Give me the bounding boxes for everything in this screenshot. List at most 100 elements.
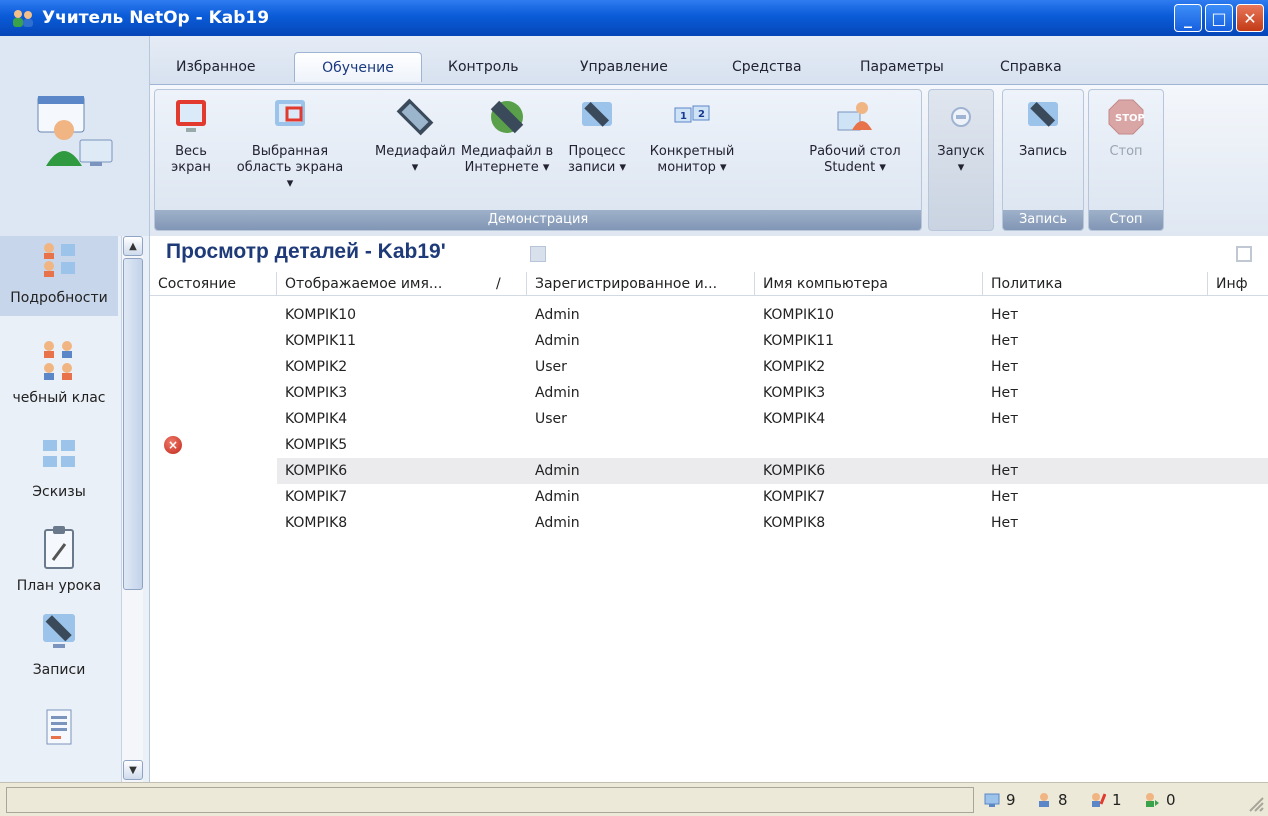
policy-cell: Нет [991,307,1019,323]
registered-name-cell: Admin [535,489,580,505]
display-name-cell: KOMPIK5 [285,437,348,453]
record-group: Запись Запись [1002,89,1084,231]
tab-parameters[interactable]: Параметры [850,52,954,82]
view-options-icon[interactable] [1236,246,1252,262]
scroll-down-button[interactable]: ▼ [123,760,143,780]
launch-button[interactable]: Запуск ▾ [929,96,993,176]
stop-group: STOP Стоп Стоп [1088,89,1164,231]
computer-name-cell: KOMPIK10 [763,307,835,323]
film-reel-icon [396,98,434,136]
record-button[interactable]: Запись [1003,96,1083,160]
col-registered-name[interactable]: Зарегистрированное и... [527,272,755,296]
netop-teacher-icon [13,10,33,27]
col-policy[interactable]: Политика [983,272,1208,296]
table-row[interactable]: KOMPIK7 Admin KOMPIK7 Нет [150,484,1268,510]
nav-scrollbar[interactable]: ▲ ▼ [121,236,143,782]
ribbon: Весь экран Выбранная область экрана ▾ Ме… [150,84,1268,236]
media-internet-button[interactable]: Медиафайл в Интернете ▾ [455,96,559,176]
nav-more[interactable] [0,704,118,764]
svg-text:2: 2 [698,109,705,120]
minimize-button[interactable]: _ [1174,4,1202,32]
table-row[interactable]: KOMPIK2 User KOMPIK2 Нет [150,354,1268,380]
status-bar: 9 8 1 0 [0,782,1268,816]
display-name-cell: KOMPIK10 [285,307,357,323]
tab-favorites[interactable]: Избранное [166,52,266,82]
computer-name-cell: KOMPIK2 [763,359,826,375]
view-title: Просмотр деталей - Kab19' [166,240,446,263]
recording-monitor-icon [582,101,612,127]
thumbnails-icon [43,440,75,467]
close-button[interactable]: ✕ [1236,4,1264,32]
tab-control[interactable]: Контроль [438,52,528,82]
media-file-button[interactable]: Медиафайл ▾ [375,96,455,176]
view-dropdown-button[interactable] [530,246,546,262]
svg-text:1: 1 [680,111,687,122]
student-desktop-button[interactable]: Рабочий стол Student ▾ [795,96,915,176]
display-name-cell: KOMPIK4 [285,411,348,427]
total-computers-counter: 9 [984,791,1016,809]
process-recording-button[interactable]: Процесс записи ▾ [559,96,635,176]
clipboard-icon [44,526,74,569]
col-computer-name[interactable]: Имя компьютера [755,272,983,296]
tab-management[interactable]: Управление [570,52,678,82]
nav-classroom-label: чебный клас [12,390,106,406]
computer-name-cell: KOMPIK7 [763,489,826,505]
details-view-icon [44,243,75,277]
registered-name-cell: Admin [535,333,580,349]
display-name-cell: KOMPIK11 [285,333,357,349]
tab-training[interactable]: Обучение [294,52,422,82]
monitor-numbers-icon: 12 [674,105,710,123]
nav-lesson-plan[interactable]: План урока [0,524,118,604]
nav-recordings[interactable]: Записи [0,608,118,688]
table-row[interactable]: × KOMPIK5 [150,432,1268,458]
title-bar: Учитель NetOp - Kab19 _ □ ✕ [0,0,1268,36]
registered-name-cell: User [535,411,567,427]
full-screen-button[interactable]: Весь экран [159,96,223,176]
student-desktop-icon [837,102,872,131]
col-info[interactable]: Инф [1208,272,1268,296]
classroom-icon [44,341,72,380]
tab-tools[interactable]: Средства [722,52,812,82]
registered-name-cell: Admin [535,307,580,323]
computer-name-cell: KOMPIK3 [763,385,826,401]
nav-details-label: Подробности [10,290,108,306]
sort-indicator: / [488,272,527,296]
launch-circle-icon [951,107,971,127]
recordings-icon [43,614,75,648]
scroll-thumb[interactable] [123,258,143,590]
scroll-up-button[interactable]: ▲ [123,236,143,256]
maximize-button[interactable]: □ [1205,4,1233,32]
policy-cell: Нет [991,333,1019,349]
display-name-cell: KOMPIK8 [285,515,348,531]
table-row[interactable]: KOMPIK4 User KOMPIK4 Нет [150,406,1268,432]
stop-button[interactable]: STOP Стоп [1089,96,1163,160]
table-row[interactable]: KOMPIK11 Admin KOMPIK11 Нет [150,328,1268,354]
record-monitor-icon [1028,101,1058,127]
selected-area-button[interactable]: Выбранная область экрана ▾ [235,96,345,192]
raised-hand-icon [1092,793,1106,807]
col-status[interactable]: Состояние [150,272,277,296]
computer-name-cell: KOMPIK11 [763,333,835,349]
window-title: Учитель NetOp - Kab19 [42,8,270,28]
tab-help[interactable]: Справка [990,52,1072,82]
display-name-cell: KOMPIK6 [285,463,348,479]
teacher-computer-icon [37,96,113,166]
specific-monitor-button[interactable]: 12 Конкретный монитор ▾ [639,96,745,176]
svg-text:STOP: STOP [1115,113,1145,124]
nav-lesson-plan-label: План урока [16,578,102,594]
document-list-icon [46,709,72,745]
nav-details[interactable]: Подробности [0,236,118,316]
other-counter: 0 [1144,791,1176,809]
globe-film-icon [490,100,524,134]
left-navigation: Подробности чебный клас Эскизы План урок… [0,236,150,782]
table-row[interactable]: KOMPIK8 Admin KOMPIK8 Нет [150,510,1268,536]
table-row[interactable]: KOMPIK3 Admin KOMPIK3 Нет [150,380,1268,406]
policy-cell: Нет [991,463,1019,479]
nav-classroom[interactable]: чебный клас [0,336,118,416]
display-name-cell: KOMPIK2 [285,359,348,375]
table-row[interactable]: KOMPIK10 Admin KOMPIK10 Нет [150,302,1268,328]
table-row[interactable]: KOMPIK6 Admin KOMPIK6 Нет [277,458,1268,484]
resize-grip-icon[interactable] [1246,794,1264,812]
nav-thumbnails[interactable]: Эскизы [0,434,118,514]
registered-name-cell: User [535,359,567,375]
